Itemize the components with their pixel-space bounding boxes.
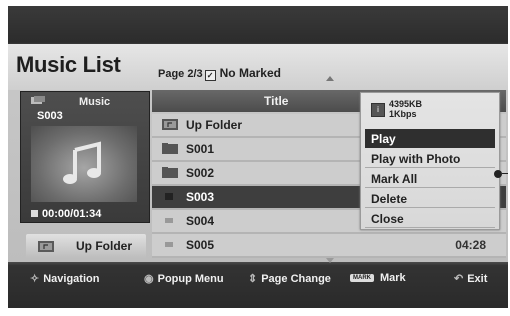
file-size: 4395KB: [389, 99, 423, 109]
navigation-icon: ✧: [30, 273, 40, 285]
menu-item-label: Close: [371, 212, 404, 226]
preview-panel: Music S003 00:00/01:34: [20, 91, 150, 223]
page-change-icon: ⇕: [248, 273, 258, 285]
footer-exit-label: Exit: [467, 273, 488, 285]
menu-item-close[interactable]: Close: [365, 209, 495, 228]
tv-screen: Music List Page 2/3 ✓ No Marked Music S003…: [0, 0, 510, 316]
menu-item-label: Play with Photo: [371, 152, 461, 166]
list-item-name: S005: [186, 238, 215, 252]
list-item-name: Up Folder: [186, 118, 242, 132]
folder-icon: [162, 167, 178, 178]
ok-button-icon: ◉: [144, 273, 154, 285]
music-file-icon: [165, 242, 173, 247]
footer-page-change-label: Page Change: [261, 273, 331, 285]
mark-button-icon: MARK: [350, 274, 374, 282]
up-folder-icon: [162, 119, 178, 130]
menu-item-label: Mark All: [371, 172, 418, 186]
preview-file-name: S003: [37, 110, 63, 122]
footer-help-bar: ✧ Navigation ◉ Popup Menu ⇕ Page Change MAR…: [8, 268, 508, 288]
music-note-icon: [63, 141, 101, 184]
playback-time: 00:00/01:34: [31, 208, 101, 220]
music-list-window: Music List Page 2/3 ✓ No Marked Music S003…: [8, 6, 508, 308]
menu-item-mark-all[interactable]: Mark All: [365, 169, 495, 188]
stop-icon: [31, 210, 38, 217]
list-item-name: S003: [186, 190, 215, 204]
footer-mark: MARK Mark: [350, 272, 406, 284]
exit-icon: ↶: [454, 273, 464, 285]
bitrate: 1Kbps: [389, 109, 417, 119]
scroll-down-icon[interactable]: [326, 258, 334, 263]
list-item-s005[interactable]: S005 04:28: [152, 234, 506, 258]
marked-status: No Marked: [219, 66, 281, 80]
footer-popup-menu: ◉ Popup Menu: [144, 272, 224, 285]
music-icon: [31, 96, 45, 104]
check-icon: ✓: [204, 70, 216, 81]
column-title: Title: [264, 94, 289, 108]
popup-menu: i 4395KB 1Kbps Play Play with Photo Mark…: [360, 92, 500, 230]
list-item-name: S002: [186, 166, 215, 180]
callout-line: [502, 173, 508, 174]
page-info: Page 2/3 ✓ No Marked: [158, 66, 281, 81]
footer-navigation-label: Navigation: [43, 273, 100, 285]
duration: 04:28: [455, 238, 486, 252]
music-file-icon: [165, 218, 173, 223]
up-folder-button[interactable]: Up Folder: [26, 234, 146, 258]
footer-popup-menu-label: Popup Menu: [157, 273, 224, 285]
menu-item-play-with-photo[interactable]: Play with Photo: [365, 149, 495, 168]
footer-navigation: ✧ Navigation: [30, 272, 99, 285]
list-item-name: S004: [186, 214, 215, 228]
menu-item-label: Play: [371, 132, 396, 146]
file-info: i 4395KB 1Kbps: [367, 97, 493, 125]
up-folder-icon: [38, 241, 54, 252]
album-art: [31, 126, 137, 202]
list-item-name: S001: [186, 142, 215, 156]
scroll-up-icon[interactable]: [326, 76, 334, 81]
page-title: Music List: [16, 52, 121, 77]
footer-mark-label: Mark: [380, 272, 406, 284]
callout-dot: [494, 170, 502, 178]
footer-page-change: ⇕ Page Change: [248, 272, 331, 285]
info-icon: i: [371, 103, 385, 117]
up-folder-label: Up Folder: [76, 239, 132, 253]
menu-item-label: Delete: [371, 192, 408, 206]
menu-item-play[interactable]: Play: [365, 129, 495, 148]
footer-exit: ↶ Exit: [454, 272, 487, 285]
music-file-icon: [165, 193, 173, 200]
menu-item-delete[interactable]: Delete: [365, 189, 495, 208]
folder-icon: [162, 143, 178, 154]
playback-time-value: 00:00/01:34: [42, 208, 102, 220]
preview-type-label: Music: [79, 96, 111, 108]
page-number: Page 2/3: [158, 68, 203, 80]
